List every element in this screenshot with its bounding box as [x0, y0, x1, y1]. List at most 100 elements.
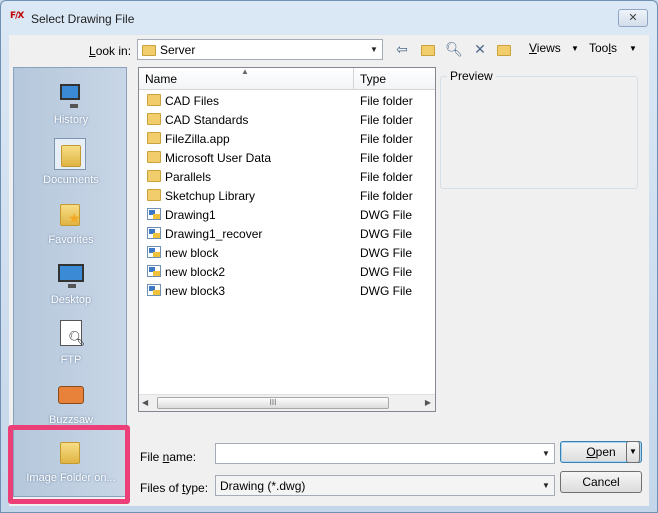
file-name: Parallels — [165, 170, 212, 184]
column-header-name[interactable]: Name ▲ — [139, 68, 354, 90]
file-type: File folder — [360, 189, 413, 203]
file-row[interactable]: new block3 DWG File — [139, 281, 435, 300]
file-type: DWG File — [360, 227, 412, 241]
folder-icon — [147, 94, 161, 106]
views-menu-button[interactable]: Views — [529, 41, 561, 55]
file-row[interactable]: FileZilla.app File folder — [139, 129, 435, 148]
place-history[interactable]: History — [14, 72, 126, 132]
file-row[interactable]: Drawing1 DWG File — [139, 205, 435, 224]
file-name: CAD Files — [165, 94, 220, 108]
column-header-type[interactable]: Type — [354, 68, 435, 90]
chevron-down-icon[interactable]: ▼ — [629, 44, 637, 53]
preview-label: Preview — [447, 69, 496, 83]
place-ftp[interactable]: 🔍︎ FTP — [14, 312, 126, 372]
dialog-body: Look in: Server ▼ ⇦ 🔍︎ ✕ Views ▼ Tools ▼… — [8, 35, 649, 506]
desktop-icon — [54, 258, 86, 290]
file-type: File folder — [360, 113, 413, 127]
file-type: File folder — [360, 94, 413, 108]
preview-panel — [440, 76, 638, 189]
file-name: new block2 — [165, 265, 226, 279]
cancel-button[interactable]: Cancel — [560, 471, 642, 493]
file-name: CAD Standards — [165, 113, 249, 127]
chevron-down-icon[interactable]: ▼ — [366, 40, 382, 59]
place-documents[interactable]: Documents — [14, 132, 126, 192]
dwg-file-icon — [147, 246, 161, 258]
scroll-left-icon[interactable]: ◀ — [142, 398, 148, 407]
open-options-button[interactable]: ▼ — [626, 441, 640, 463]
new-folder-icon[interactable] — [493, 39, 515, 59]
chevron-down-icon[interactable]: ▼ — [538, 476, 554, 495]
file-type: File folder — [360, 170, 413, 184]
folder-icon — [147, 113, 161, 125]
buzzsaw-icon — [54, 378, 86, 410]
file-row[interactable]: new block DWG File — [139, 243, 435, 262]
favorites-folder-icon: ★ — [54, 198, 86, 230]
file-list[interactable]: Name ▲ Type CAD Files File folder CAD Stan… — [138, 67, 436, 412]
history-icon — [54, 78, 86, 110]
place-label: Documents — [43, 174, 99, 186]
file-name: Sketchup Library — [165, 189, 256, 203]
file-name: new block3 — [165, 284, 226, 298]
highlight-box — [8, 425, 130, 504]
look-in-label: Look in: — [89, 44, 132, 58]
title-bar[interactable]: F/X Select Drawing File ✕ — [1, 1, 657, 35]
file-type: File folder — [360, 132, 413, 146]
file-row[interactable]: CAD Standards File folder — [139, 110, 435, 129]
dialog-window: F/X Select Drawing File ✕ Look in: Serve… — [0, 0, 658, 513]
file-name: Microsoft User Data — [165, 151, 272, 165]
file-row[interactable]: Parallels File folder — [139, 167, 435, 186]
place-label: Desktop — [50, 294, 92, 306]
file-name: new block — [165, 246, 219, 260]
dwg-file-icon — [147, 208, 161, 220]
file-row[interactable]: Microsoft User Data File folder — [139, 148, 435, 167]
file-name: Drawing1_recover — [165, 227, 263, 241]
place-desktop[interactable]: Desktop — [14, 252, 126, 312]
up-folder-icon[interactable] — [417, 39, 439, 59]
dwg-file-icon — [147, 265, 161, 277]
file-type: File folder — [360, 151, 413, 165]
file-type: DWG File — [360, 208, 412, 222]
place-label: FTP — [60, 354, 82, 366]
folder-icon — [142, 45, 156, 56]
chevron-down-icon[interactable]: ▼ — [571, 44, 579, 53]
file-row[interactable]: new block2 DWG File — [139, 262, 435, 281]
delete-icon[interactable]: ✕ — [469, 39, 491, 59]
folder-icon — [147, 189, 161, 201]
dwg-file-icon — [147, 284, 161, 296]
file-row[interactable]: Sketchup Library File folder — [139, 186, 435, 205]
folder-icon — [147, 132, 161, 144]
place-favorites[interactable]: ★ Favorites — [14, 192, 126, 252]
horizontal-scrollbar[interactable]: ◀ III ▶ — [139, 394, 435, 411]
file-type: DWG File — [360, 246, 412, 260]
files-of-type-label: Files of type: — [140, 481, 209, 495]
documents-folder-icon — [54, 138, 86, 170]
file-type: DWG File — [360, 284, 412, 298]
place-label: Favorites — [48, 234, 94, 246]
sort-ascending-icon: ▲ — [241, 67, 249, 76]
dwg-file-icon — [147, 227, 161, 239]
file-row[interactable]: CAD Files File folder — [139, 91, 435, 110]
file-name-label: File name: — [140, 450, 197, 464]
folder-icon — [147, 151, 161, 163]
file-type: DWG File — [360, 265, 412, 279]
file-row[interactable]: Drawing1_recover DWG File — [139, 224, 435, 243]
folder-icon — [147, 170, 161, 182]
ftp-icon: 🔍︎ — [54, 318, 86, 350]
fx-logo-icon: F/X — [10, 11, 24, 21]
scroll-right-icon[interactable]: ▶ — [425, 398, 431, 407]
look-in-dropdown[interactable]: Server ▼ — [137, 39, 383, 60]
scroll-thumb[interactable]: III — [157, 397, 389, 409]
place-label: History — [53, 114, 89, 126]
file-name: FileZilla.app — [165, 132, 230, 146]
tools-menu-button[interactable]: Tools — [589, 41, 617, 55]
search-web-icon[interactable]: 🔍︎ — [443, 39, 465, 59]
close-button[interactable]: ✕ — [618, 9, 648, 27]
file-name-field[interactable]: ▼ — [215, 443, 555, 464]
file-name: Drawing1 — [165, 208, 216, 222]
look-in-value: Server — [142, 43, 195, 57]
dialog-title: Select Drawing File — [31, 12, 135, 26]
files-of-type-dropdown[interactable]: Drawing (*.dwg) ▼ — [215, 475, 555, 496]
back-icon[interactable]: ⇦ — [391, 39, 413, 59]
place-buzzsaw[interactable]: Buzzsaw — [14, 372, 126, 432]
chevron-down-icon[interactable]: ▼ — [538, 444, 554, 463]
